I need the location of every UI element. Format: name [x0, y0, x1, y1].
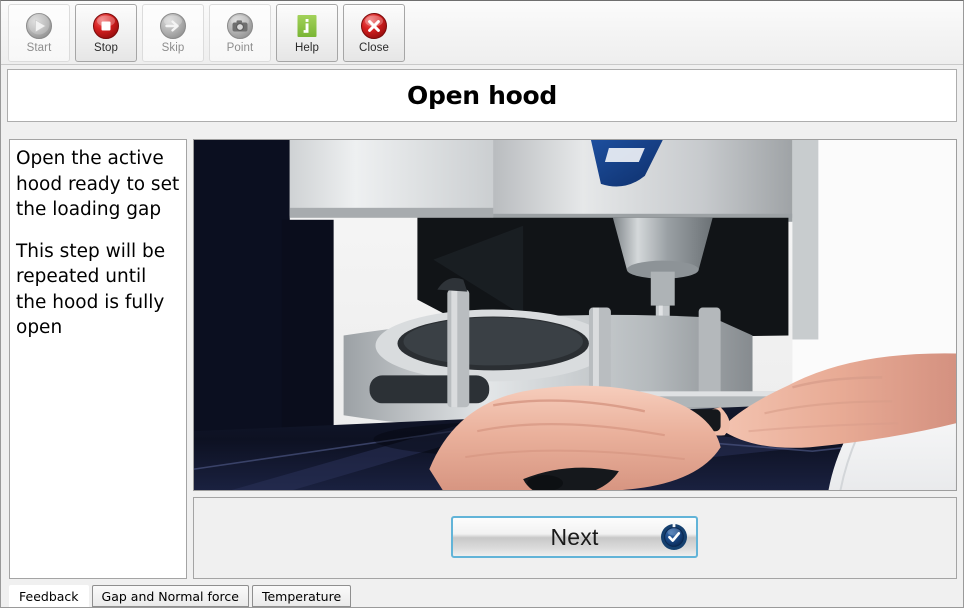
instructions-panel: Open the active hood ready to set the lo…: [9, 139, 187, 579]
bottom-tab-bar: Feedback Gap and Normal force Temperatur…: [1, 581, 963, 607]
instruction-paragraph-2: This step will be repeated until the hoo…: [16, 240, 166, 339]
help-button-label: Help: [294, 41, 320, 54]
stop-button-label: Stop: [93, 41, 119, 54]
tab-temperature-label: Temperature: [261, 588, 342, 604]
start-button[interactable]: Start: [8, 3, 70, 62]
tab-gap-and-normal-force[interactable]: Gap and Normal force: [91, 585, 249, 607]
application-window: Start Stop Skip Point Help Close Open ho…: [0, 0, 964, 608]
arrow-right-icon: [159, 12, 187, 40]
toolbar: Start Stop Skip Point Help Close: [1, 1, 963, 65]
close-button-label: Close: [359, 41, 389, 54]
play-icon: [25, 12, 53, 40]
start-button-label: Start: [26, 41, 52, 54]
tab-feedback-label: Feedback: [19, 589, 79, 604]
tab-gap-and-normal-force-label: Gap and Normal force: [101, 588, 239, 604]
instruction-paragraph-1: Open the active hood ready to set the lo…: [16, 148, 180, 220]
point-button-label: Point: [226, 41, 254, 54]
instruction-photo-panel: [193, 139, 957, 491]
camera-icon: [226, 12, 254, 40]
next-button[interactable]: Next: [451, 516, 698, 558]
point-button[interactable]: Point: [209, 3, 271, 62]
close-x-icon: [360, 12, 388, 40]
next-button-label: Next: [550, 523, 599, 550]
stop-button[interactable]: Stop: [75, 3, 137, 62]
help-button[interactable]: Help: [276, 3, 338, 62]
skip-button-label: Skip: [161, 41, 185, 54]
tab-temperature[interactable]: Temperature: [251, 585, 352, 607]
close-button[interactable]: Close: [343, 3, 405, 62]
stop-icon: [92, 12, 120, 40]
step-title-panel: Open hood: [7, 69, 957, 122]
navigation-panel: Next: [193, 497, 957, 579]
tab-feedback[interactable]: Feedback: [9, 585, 89, 607]
info-icon: [293, 12, 321, 40]
check-dial-icon: [658, 521, 690, 553]
skip-button[interactable]: Skip: [142, 3, 204, 62]
page-title: Open hood: [407, 81, 557, 110]
rheometer-photo: [194, 140, 956, 490]
